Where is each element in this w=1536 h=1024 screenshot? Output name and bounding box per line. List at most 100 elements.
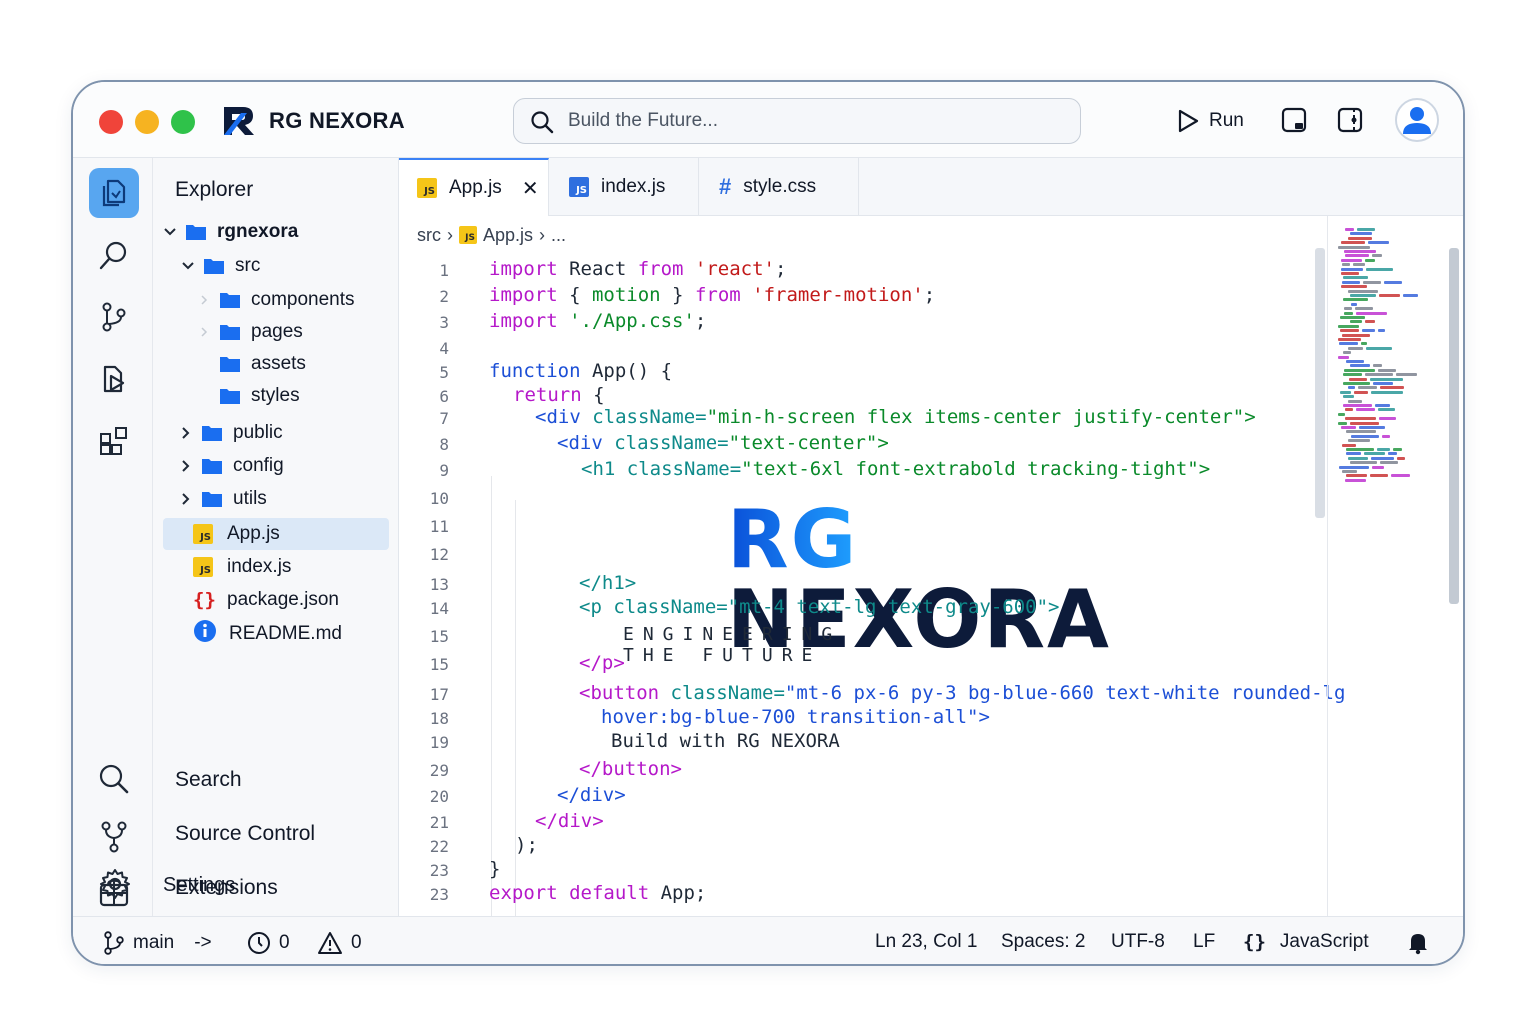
activity-explorer[interactable]	[89, 168, 139, 218]
minimap-line	[1371, 390, 1403, 394]
activity-run-debug[interactable]	[89, 354, 139, 404]
breadcrumb-more[interactable]: ...	[551, 225, 566, 246]
close-window-button[interactable]	[99, 110, 123, 134]
activity-extensions[interactable]	[89, 416, 139, 466]
tree-folder-components[interactable]: components	[195, 284, 391, 316]
line-number: 15	[429, 655, 449, 674]
editor-scrollbar[interactable]	[1315, 248, 1325, 518]
tab-index-js[interactable]: JS index.js	[549, 158, 699, 216]
line-number: 23	[429, 885, 449, 904]
minimap-line	[1350, 232, 1372, 236]
tree-label: styles	[251, 385, 300, 406]
minimap-line	[1371, 456, 1394, 460]
code-line: <p className="mt-4 text-lg text-gray-600…	[579, 596, 1060, 618]
tree-file-index-js[interactable]: JS index.js	[163, 551, 389, 583]
tree-folder-pages[interactable]: pages	[195, 316, 391, 348]
brand-logo-icon	[224, 107, 254, 135]
search-icon	[99, 764, 129, 794]
status-errors[interactable]: 0	[247, 931, 290, 955]
status-encoding[interactable]: UTF-8	[1111, 931, 1165, 953]
line-number: 14	[429, 599, 449, 618]
notifications-button[interactable]	[1407, 931, 1429, 955]
explorer-panel: Explorer rgnexora src components pages a…	[153, 158, 399, 916]
minimap-line	[1373, 382, 1393, 385]
activity-search-bottom[interactable]	[89, 754, 139, 804]
line-number: 20	[429, 787, 449, 806]
tab-app-js[interactable]: JS App.js ✕	[399, 158, 549, 216]
search-input[interactable]	[568, 107, 1048, 135]
line-number: 12	[429, 545, 449, 564]
minimap-line	[1351, 302, 1357, 306]
run-label: Run	[1209, 110, 1244, 131]
panel-source-control[interactable]: Source Control	[175, 822, 315, 846]
activity-source-control[interactable]	[89, 292, 139, 342]
tree-folder-public[interactable]: public	[177, 417, 391, 449]
close-icon[interactable]: ✕	[522, 176, 539, 201]
tree-file-app-js[interactable]: JS App.js	[163, 518, 389, 550]
minimap-line	[1362, 329, 1375, 333]
minimap[interactable]	[1327, 216, 1457, 916]
tree-folder-rgnexora[interactable]: rgnexora	[161, 216, 391, 248]
status-warnings[interactable]: 0	[317, 931, 362, 955]
minimap-scrollbar[interactable]	[1449, 248, 1459, 604]
info-icon	[193, 619, 217, 649]
minimap-line	[1348, 439, 1370, 443]
minimap-line	[1359, 426, 1385, 429]
tree-folder-utils[interactable]: utils	[177, 483, 391, 515]
minimap-line	[1350, 421, 1379, 425]
ide-window: RG NEXORA Run	[71, 80, 1465, 966]
status-eol[interactable]: LF	[1193, 931, 1215, 953]
minimap-line	[1349, 377, 1367, 381]
command-search[interactable]	[513, 98, 1081, 144]
minimap-line	[1338, 324, 1359, 328]
json-file-icon: {}	[193, 589, 216, 611]
user-avatar[interactable]	[1395, 98, 1439, 142]
activity-source-control-bottom[interactable]	[89, 812, 139, 862]
line-number: 11	[429, 517, 449, 536]
tree-folder-config[interactable]: config	[177, 450, 391, 482]
status-cursor-position[interactable]: Ln 23, Col 1	[875, 931, 977, 953]
status-branch[interactable]: main ->	[103, 931, 212, 955]
line-number: 9	[439, 461, 449, 480]
maximize-window-button[interactable]	[171, 110, 195, 134]
folder-icon	[219, 291, 241, 309]
tree-label: config	[233, 455, 284, 476]
minimap-line	[1350, 364, 1370, 368]
tab-label: style.css	[743, 176, 817, 197]
tree-folder-src[interactable]: src	[179, 250, 391, 282]
tab-style-css[interactable]: # style.css	[699, 158, 859, 216]
tree-folder-styles[interactable]: styles	[195, 380, 391, 412]
status-indentation[interactable]: Spaces: 2	[1001, 931, 1086, 953]
minimap-line	[1373, 364, 1382, 368]
minimap-line	[1368, 241, 1389, 245]
code-line: return {	[513, 384, 605, 406]
minimap-line	[1377, 448, 1390, 451]
minimize-window-button[interactable]	[135, 110, 159, 134]
code-line: );	[515, 834, 538, 856]
folder-icon	[219, 387, 241, 405]
toggle-panel-icon[interactable]	[1281, 107, 1307, 133]
tree-folder-assets[interactable]: assets	[195, 348, 391, 380]
minimap-line	[1345, 228, 1354, 231]
code-line: <button className="mt-6 px-6 py-3 bg-blu…	[579, 682, 1346, 704]
minimap-line	[1340, 329, 1359, 333]
code-line: Build with RG NEXORA	[611, 730, 840, 752]
minimap-line	[1348, 386, 1355, 390]
tagline-text: ENGINEERING THE FUTURE	[623, 624, 842, 666]
chevron-right-icon: ›	[539, 224, 546, 245]
split-layout-icon[interactable]	[1337, 107, 1363, 133]
tree-file-readme[interactable]: README.md	[163, 618, 389, 650]
breadcrumb-file[interactable]: App.js	[483, 225, 533, 246]
breadcrumb-folder[interactable]: src	[417, 225, 441, 246]
code-line: function App() {	[489, 360, 673, 382]
code-line: <div className="min-h-screen flex items-…	[535, 406, 1256, 428]
minimap-line	[1388, 452, 1397, 456]
run-button[interactable]: Run	[1177, 106, 1244, 136]
tree-file-package-json[interactable]: {} package.json	[163, 584, 389, 616]
minimap-line	[1338, 338, 1361, 341]
activity-search[interactable]	[89, 230, 139, 280]
settings-row[interactable]: Settings	[99, 866, 399, 906]
status-language[interactable]: {} JavaScript	[1243, 931, 1369, 953]
panel-search[interactable]: Search	[175, 768, 242, 792]
minimap-line	[1346, 448, 1374, 451]
